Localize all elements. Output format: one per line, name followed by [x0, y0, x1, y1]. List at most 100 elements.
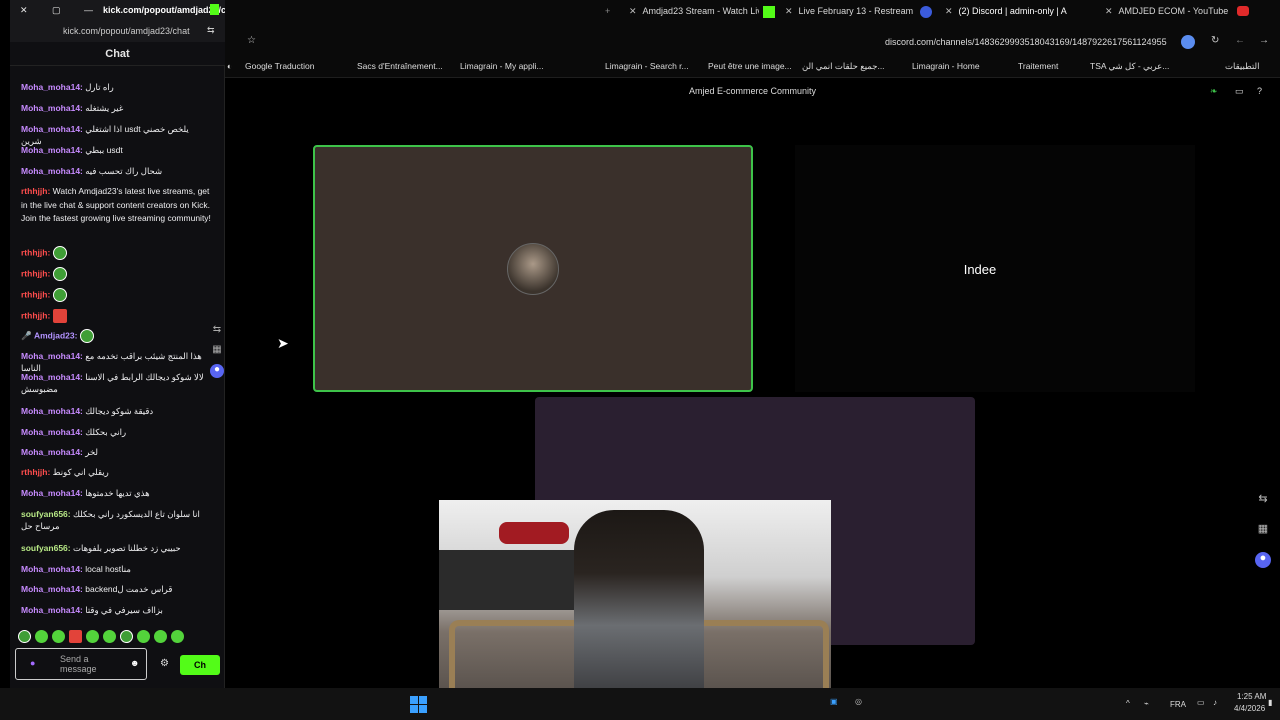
chat-username[interactable]: rthhjjh:: [21, 467, 50, 477]
help-icon[interactable]: ?: [1257, 80, 1262, 102]
star-icon[interactable]: ☆: [247, 35, 256, 46]
network-icon[interactable]: ⌁: [1144, 699, 1149, 708]
chat-username[interactable]: Moha_moha14:: [21, 124, 83, 134]
chat-username[interactable]: Moha_moha14:: [21, 488, 83, 498]
emote-icon[interactable]: [171, 630, 184, 644]
close-icon[interactable]: ✕: [945, 6, 953, 16]
chat-username[interactable]: rthhjjh:: [21, 310, 50, 320]
bookmark-limagrain-search[interactable]: Limagrain - Search r...: [605, 61, 689, 71]
chat-message: rthhjjh: ريقلي اني كونط: [21, 466, 211, 478]
emote-icon[interactable]: [69, 630, 82, 644]
chat-username[interactable]: soufyan656:: [21, 543, 71, 553]
translate-icon[interactable]: ⇆: [210, 324, 224, 338]
emote-icon[interactable]: [18, 630, 31, 644]
emote-icon[interactable]: [86, 630, 99, 644]
chat-message-list[interactable]: Moha_moha14: راه تارل Moha_moha14: غير ي…: [10, 66, 225, 622]
forward-icon[interactable]: →: [1259, 35, 1269, 46]
leaf-icon[interactable]: ❧: [1210, 80, 1218, 102]
chat-username[interactable]: Moha_moha14:: [21, 82, 83, 92]
clock-date[interactable]: 4/4/2026: [1234, 704, 1265, 713]
tab-youtube[interactable]: ✕ AMDJED ECOM - YouTube: [1105, 6, 1235, 22]
chat-username[interactable]: Moha_moha14:: [21, 605, 83, 615]
chat-username[interactable]: soufyan656:: [21, 509, 71, 519]
emote-icon[interactable]: [137, 630, 150, 644]
chat-username[interactable]: rthhjjh:: [21, 289, 50, 299]
chat-message-input[interactable]: ● Send a message ☻: [15, 648, 147, 680]
chat-username[interactable]: Moha_moha14:: [21, 372, 83, 382]
grid-icon[interactable]: ▦: [1255, 522, 1271, 538]
new-tab-icon[interactable]: +: [605, 6, 610, 16]
emote-icon[interactable]: [154, 630, 167, 644]
chat-username[interactable]: Moha_moha14:: [21, 145, 83, 155]
bookmark-google-translate[interactable]: Google Traduction: [245, 61, 314, 71]
chat-text: غير يشتغله: [85, 103, 124, 113]
close-icon[interactable]: ✕: [20, 5, 28, 16]
chat-text: ببطي usdt: [85, 145, 123, 155]
chat-username[interactable]: Moha_moha14:: [21, 351, 83, 361]
bookmark-traitement[interactable]: Traitement: [1018, 61, 1058, 71]
close-icon[interactable]: ✕: [1105, 6, 1113, 16]
tab-discord[interactable]: ✕ (2) Discord | admin-only | A: [945, 6, 1095, 22]
chat-username[interactable]: Moha_moha14:: [21, 427, 83, 437]
tab-kick[interactable]: ✕ Amdjad23 Stream - Watch Live: [629, 6, 759, 22]
gear-icon[interactable]: ⚙: [160, 658, 169, 669]
back-icon[interactable]: ←: [1235, 35, 1245, 46]
monitor-icon[interactable]: ▭: [1235, 80, 1244, 102]
emoji-icon[interactable]: ☻: [130, 658, 139, 668]
discord-icon[interactable]: ●: [1255, 552, 1271, 568]
display-icon[interactable]: ▭: [1197, 698, 1205, 707]
app-icon[interactable]: ▣: [830, 697, 838, 706]
volume-icon[interactable]: ♪: [1213, 698, 1217, 707]
emote-icon[interactable]: [120, 630, 133, 644]
minimize-icon[interactable]: —: [84, 5, 93, 15]
bookmark-apps[interactable]: التطبيقات: [1225, 61, 1260, 72]
mic-icon[interactable]: ●: [30, 658, 35, 668]
chat-text: بزااف سيرفي في وقتا: [85, 605, 163, 615]
chat-username[interactable]: Moha_moha14:: [21, 564, 83, 574]
reload-icon[interactable]: ↻: [1211, 35, 1219, 46]
bookmark-facebook-image[interactable]: Peut être une image...: [708, 61, 792, 71]
notification-icon[interactable]: ▮: [1268, 698, 1272, 707]
mic-badge-icon: 🎤: [21, 330, 32, 341]
chat-message: Moha_moha14: هذي تديها خدمتوها: [21, 487, 211, 499]
address-bar[interactable]: discord.com/channels/1483629993518043169…: [885, 37, 1167, 47]
chat-username[interactable]: rthhjjh:: [21, 186, 50, 196]
chat-username[interactable]: Moha_moha14:: [21, 406, 83, 416]
chat-username[interactable]: Moha_moha14:: [21, 103, 83, 113]
bookmark-anime[interactable]: جميع حلقات انمي الن...: [802, 61, 885, 72]
mic-extension-icon[interactable]: [1181, 35, 1195, 49]
tab-restream[interactable]: ✕ Live February 13 - Restream: [785, 6, 915, 22]
bookmark-limagrain-home[interactable]: Limagrain - Home: [912, 61, 980, 71]
bookmark-limagrain-app[interactable]: Limagrain - My appli...: [460, 61, 544, 71]
emote-icon[interactable]: [35, 630, 48, 644]
clock-time[interactable]: 1:25 AM: [1237, 692, 1266, 701]
bookmark-sacs[interactable]: Sacs d'Entraînement...: [357, 61, 443, 71]
chat-input-placeholder: Send a message: [60, 654, 97, 674]
chevron-up-icon[interactable]: ^: [1126, 699, 1130, 708]
chat-username[interactable]: rthhjjh:: [21, 247, 50, 257]
chat-send-button[interactable]: Ch: [180, 655, 220, 675]
windows-start-icon[interactable]: [410, 696, 428, 714]
chat-text: حبيبي زد خطلنا تصوير بلفوهات: [72, 543, 181, 553]
language-indicator[interactable]: FRA: [1170, 700, 1186, 709]
chat-message: Moha_moha14: ببطي usdt: [21, 144, 211, 156]
chat-text: Watch Amdjad23's latest live streams, ge…: [21, 186, 211, 223]
bookmark-tsa[interactable]: TSA عربي - كل شي...: [1090, 61, 1169, 72]
translate-icon[interactable]: ⇆: [1255, 492, 1271, 508]
participant-name: Indee: [963, 262, 997, 277]
grid-icon[interactable]: ▦: [210, 344, 224, 358]
discord-icon[interactable]: ●: [210, 364, 224, 378]
chat-username[interactable]: rthhjjh:: [21, 268, 50, 278]
popout-url[interactable]: kick.com/popout/amdjad23/chat: [63, 26, 190, 36]
emote-icon[interactable]: [52, 630, 65, 644]
chat-username[interactable]: Moha_moha14:: [21, 166, 83, 176]
chrome-app-icon[interactable]: ◎: [855, 697, 862, 706]
chat-username[interactable]: Moha_moha14:: [21, 584, 83, 594]
settings-sliders-icon[interactable]: ⇆: [207, 25, 215, 36]
chat-username[interactable]: Moha_moha14:: [21, 447, 83, 457]
emote-icon[interactable]: [103, 630, 116, 644]
close-icon[interactable]: ✕: [785, 6, 793, 16]
chat-username[interactable]: Amdjad23:: [34, 330, 77, 340]
close-icon[interactable]: ✕: [629, 6, 637, 16]
restore-icon[interactable]: ▢: [52, 5, 61, 16]
